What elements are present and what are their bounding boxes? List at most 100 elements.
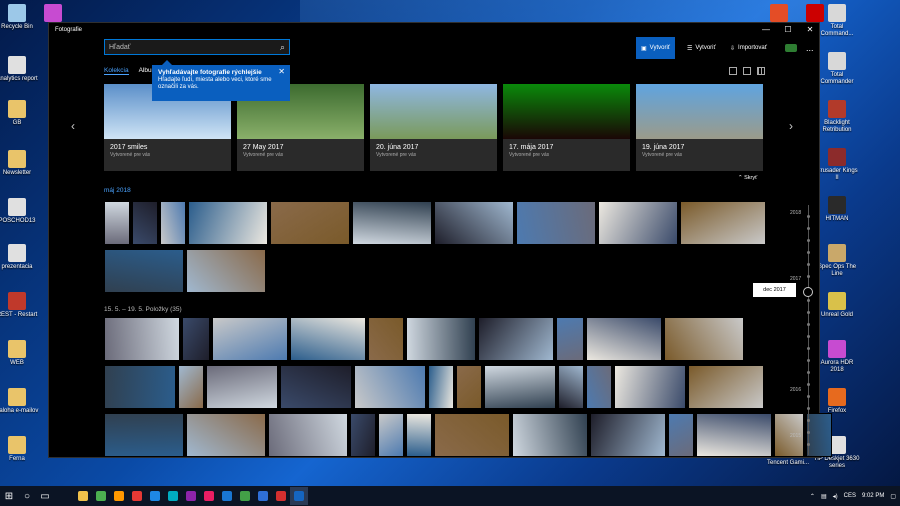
right-icon-5[interactable]: Spec Ops The Line [814,244,860,278]
carousel-prev-icon[interactable]: ‹ [71,119,75,133]
photo-thumbnail[interactable] [354,365,426,409]
photo-thumbnail[interactable] [664,317,744,361]
import-button[interactable]: ⇩ Importovať [725,37,772,59]
timeline-scrollbar[interactable] [808,205,809,455]
volume-icon[interactable]: ◂) [833,493,838,500]
photo-thumbnail[interactable] [104,201,130,245]
carousel-next-icon[interactable]: › [789,119,793,133]
left-icon-10[interactable]: Ferna [0,436,40,463]
minimize-button[interactable]: — [755,23,777,37]
left-icon-5[interactable]: POSCHOD13 [0,198,40,225]
right-icon-1[interactable]: Total Commander [814,52,860,86]
photo-thumbnail[interactable] [696,413,772,457]
photo-thumbnail[interactable] [104,365,176,409]
timeline-year-label[interactable]: 2015 [790,433,801,439]
right-icon-2[interactable]: Blacklight Retribution [814,100,860,134]
photo-thumbnail[interactable] [270,201,350,245]
clock[interactable]: 9:02 PM [862,493,884,499]
search-icon[interactable]: ⌕ [280,42,285,53]
timeline-year-label[interactable]: 2016 [790,387,801,393]
more-button[interactable]: ... [801,37,819,59]
right-icon-7[interactable]: Aurora HDR 2018 [814,340,860,374]
language-indicator[interactable]: CES [844,493,856,499]
left-icon-7[interactable]: REST - Restart [0,292,40,319]
photo-thumbnail[interactable] [290,317,366,361]
top-app-icon-1[interactable] [792,4,838,24]
photo-thumbnail[interactable] [516,201,596,245]
notification-icon[interactable]: ▢ [890,493,896,500]
photo-thumbnail[interactable] [188,201,268,245]
photo-thumbnail[interactable] [132,201,158,245]
photo-thumbnail[interactable] [586,317,662,361]
tray-up-icon[interactable]: ⌃ [810,493,815,500]
timeline-year-label[interactable]: 2018 [790,210,801,216]
photo-thumbnail[interactable] [406,413,432,457]
close-button[interactable]: ✕ [799,23,821,37]
taskbar-app-6[interactable] [182,487,200,505]
memory-card[interactable]: 20. júna 2017 Vytvorené pre vás [370,84,497,171]
photo-thumbnail[interactable] [206,365,278,409]
photo-thumbnail[interactable] [556,317,584,361]
tab-collection[interactable]: Kolekcia [104,67,129,75]
view-small-icon[interactable] [757,67,765,75]
view-large-icon[interactable] [729,67,737,75]
taskbar-app-2[interactable] [110,487,128,505]
title-bar[interactable]: Fotografie [49,23,821,37]
maximize-button[interactable]: ☐ [777,23,799,37]
photo-thumbnail[interactable] [352,201,432,245]
memory-card[interactable]: 19. júna 2017 Vytvorené pre vás [636,84,763,171]
photo-thumbnail[interactable] [104,249,184,293]
photo-thumbnail[interactable] [182,317,210,361]
view-medium-icon[interactable] [743,67,751,75]
photo-thumbnail[interactable] [434,413,510,457]
taskbar-app-11[interactable] [272,487,290,505]
network-icon[interactable]: ▤ [821,493,827,500]
left-icon-6[interactable]: prezentacia [0,244,40,271]
photo-thumbnail[interactable] [280,365,352,409]
photo-thumbnail[interactable] [590,413,666,457]
taskbar-app-4[interactable] [146,487,164,505]
left-icon-3[interactable]: GB [0,100,40,127]
account-avatar[interactable] [780,37,802,59]
right-icon-4[interactable]: HITMAN [814,196,860,223]
photo-thumbnail[interactable] [614,365,686,409]
taskbar-app-9[interactable] [236,487,254,505]
tooltip-close-button[interactable]: ✕ [278,68,285,76]
photo-thumbnail[interactable] [406,317,476,361]
taskbar-app-3[interactable] [128,487,146,505]
timeline-handle[interactable] [803,287,813,297]
taskbar-app-10[interactable] [254,487,272,505]
left-icon-8[interactable]: WEB [0,340,40,367]
taskbar-app-7[interactable] [200,487,218,505]
photo-thumbnail[interactable] [350,413,376,457]
taskbar-app-8[interactable] [218,487,236,505]
photo-thumbnail[interactable] [484,365,556,409]
taskbar-app-1[interactable] [92,487,110,505]
photo-thumbnail[interactable] [586,365,612,409]
task-view-icon[interactable]: ▭ [36,487,54,505]
timeline-year-label[interactable]: 2017 [790,276,801,282]
taskbar-app-0[interactable] [74,487,92,505]
photo-thumbnail[interactable] [160,201,186,245]
create-button[interactable]: ☰ Vytvoriť [682,37,721,59]
left-icon-4[interactable]: Newsletter [0,150,40,177]
photo-thumbnail[interactable] [428,365,454,409]
photo-thumbnail[interactable] [688,365,764,409]
photo-thumbnail[interactable] [212,317,288,361]
left-icon-9[interactable]: Zaloha e-mailov [0,388,40,415]
hide-button[interactable]: ⌃ Skryť [738,175,757,181]
photo-thumbnail[interactable] [434,201,514,245]
search-taskbar-icon[interactable]: ○ [18,487,36,505]
photo-thumbnail[interactable] [668,413,694,457]
right-icon-3[interactable]: Crusader Kings II [814,148,860,182]
photo-thumbnail[interactable] [178,365,204,409]
photo-thumbnail[interactable] [512,413,588,457]
photo-thumbnail[interactable] [186,249,266,293]
start-button[interactable]: ⊞ [0,487,18,505]
photo-thumbnail[interactable] [104,317,180,361]
photo-thumbnail[interactable] [478,317,554,361]
right-icon-8[interactable]: Firefox [814,388,860,415]
photo-thumbnail[interactable] [456,365,482,409]
right-icon-6[interactable]: Unreal Gold [814,292,860,319]
photo-thumbnail[interactable] [186,413,266,457]
